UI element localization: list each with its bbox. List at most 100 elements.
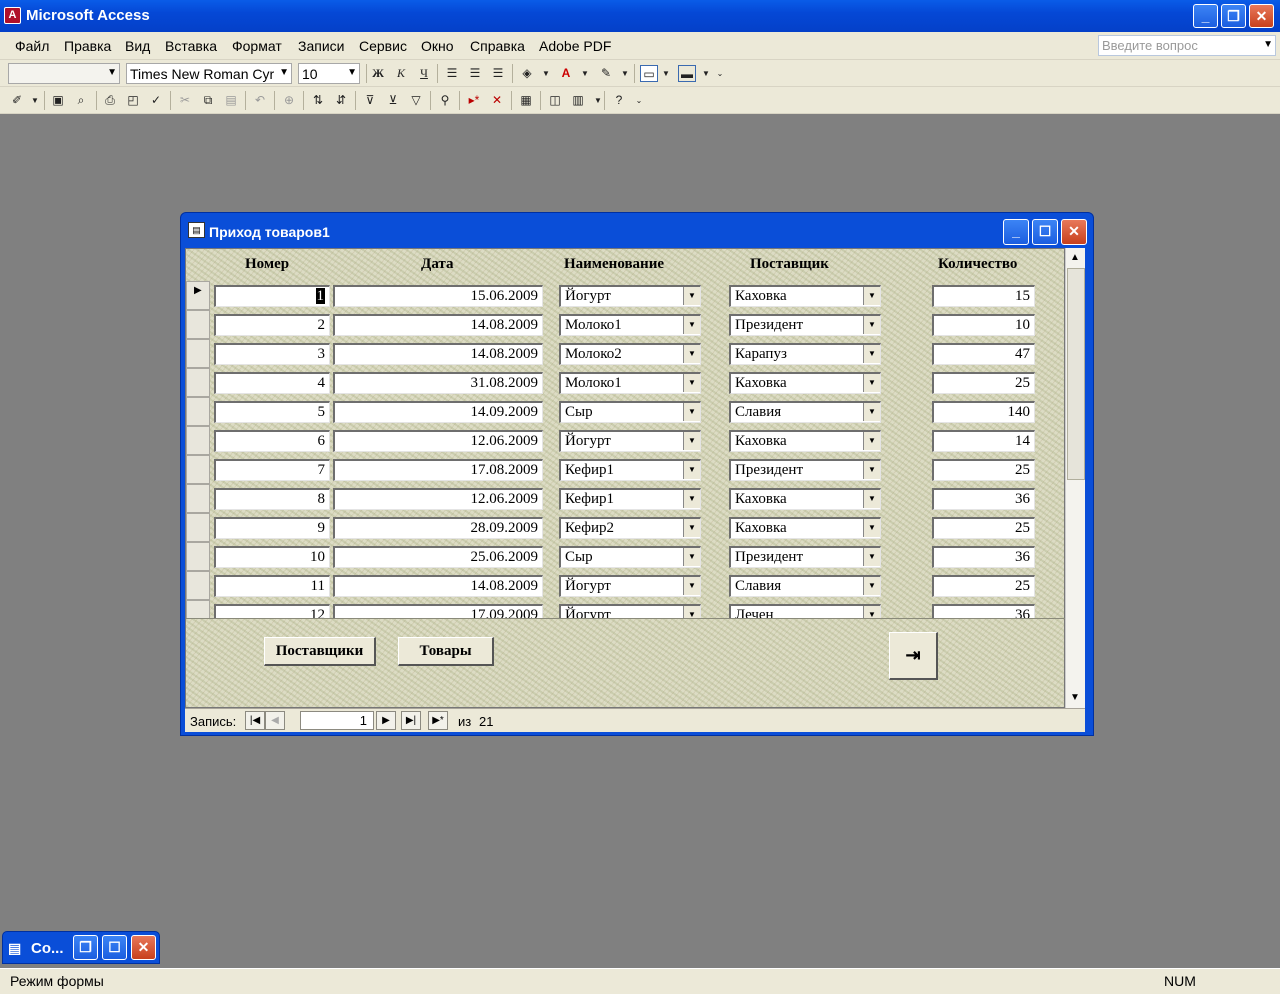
number-field[interactable]: 11 <box>214 575 330 597</box>
number-field[interactable]: 6 <box>214 430 330 452</box>
quantity-field[interactable]: 47 <box>932 343 1035 365</box>
new-object-icon[interactable]: ▥ <box>569 92 587 109</box>
new-record-icon[interactable]: ▸* <box>465 92 483 109</box>
quantity-field[interactable]: 25 <box>932 517 1035 539</box>
menu-help[interactable]: Справка <box>470 38 525 54</box>
filter-by-form-icon[interactable]: ⊻ <box>384 92 402 109</box>
scroll-thumb[interactable] <box>1067 268 1085 480</box>
chevron-down-icon[interactable]: ▼ <box>863 345 880 363</box>
number-field[interactable]: 8 <box>214 488 330 510</box>
view-icon[interactable]: ✐ <box>8 92 26 109</box>
border-width-icon[interactable]: ▭ <box>640 65 658 82</box>
delete-record-icon[interactable]: ✕ <box>488 92 506 109</box>
table-row[interactable]: 11 14.08.2009 Йогурт ▼ Славия ▼ 25 <box>186 571 1066 600</box>
undo-icon[interactable]: ↶ <box>251 92 269 109</box>
date-field[interactable]: 25.06.2009 <box>333 546 543 568</box>
chevron-down-icon[interactable]: ▼ <box>863 606 880 618</box>
font-size-combo[interactable]: 10 ▼ <box>298 63 360 84</box>
suppliers-button[interactable]: Поставщики <box>264 637 376 666</box>
name-combo[interactable]: Молоко1 ▼ <box>559 372 701 394</box>
chevron-down-icon[interactable]: ▼ <box>683 519 700 537</box>
chevron-down-icon[interactable]: ▼ <box>863 403 880 421</box>
cut-icon[interactable]: ✂ <box>176 92 194 109</box>
current-record-input[interactable]: 1 <box>300 711 374 730</box>
record-selector[interactable] <box>186 542 210 571</box>
chevron-down-icon[interactable]: ▼ <box>683 606 700 618</box>
table-row[interactable]: 8 12.06.2009 Кефир1 ▼ Каховка ▼ 36 <box>186 484 1066 513</box>
chevron-down-icon[interactable]: ▼ <box>683 287 700 305</box>
chevron-down-icon[interactable]: ▼ <box>863 374 880 392</box>
minimize-icon[interactable]: _ <box>1003 219 1029 245</box>
date-field[interactable]: 31.08.2009 <box>333 372 543 394</box>
copy-icon[interactable]: ⧉ <box>199 92 217 109</box>
table-row[interactable]: ▶ 1 15.06.2009 Йогурт ▼ Каховка ▼ 15 <box>186 281 1066 310</box>
supplier-combo[interactable]: Славия ▼ <box>729 575 881 597</box>
supplier-combo[interactable]: Каховка ▼ <box>729 372 881 394</box>
record-selector[interactable] <box>186 571 210 600</box>
number-field[interactable]: 9 <box>214 517 330 539</box>
quantity-field[interactable]: 14 <box>932 430 1035 452</box>
menu-insert[interactable]: Вставка <box>165 38 217 54</box>
supplier-combo[interactable]: Карапуз ▼ <box>729 343 881 365</box>
next-record-icon[interactable]: ▶ <box>376 711 396 730</box>
quantity-field[interactable]: 36 <box>932 604 1035 618</box>
date-field[interactable]: 14.09.2009 <box>333 401 543 423</box>
paste-icon[interactable]: ▤ <box>222 92 240 109</box>
chevron-down-icon[interactable]: ▼ <box>1263 39 1273 50</box>
name-combo[interactable]: Молоко1 ▼ <box>559 314 701 336</box>
chevron-down-icon[interactable]: ▼ <box>863 490 880 508</box>
chevron-down-icon[interactable]: ▼ <box>279 67 289 78</box>
record-selector[interactable] <box>186 397 210 426</box>
maximize-icon[interactable]: ☐ <box>1032 219 1058 245</box>
record-selector[interactable] <box>186 600 210 618</box>
date-field[interactable]: 15.06.2009 <box>333 285 543 307</box>
name-combo[interactable]: Сыр ▼ <box>559 546 701 568</box>
supplier-combo[interactable]: Каховка ▼ <box>729 430 881 452</box>
quantity-field[interactable]: 36 <box>932 546 1035 568</box>
chevron-down-icon[interactable]: ▼ <box>683 577 700 595</box>
date-field[interactable]: 12.06.2009 <box>333 488 543 510</box>
name-combo[interactable]: Йогурт ▼ <box>559 575 701 597</box>
print-icon[interactable]: ⎙ <box>101 92 119 109</box>
chevron-down-icon[interactable]: ▼ <box>657 65 675 82</box>
toolbar-options-icon[interactable]: ⌄ <box>630 92 648 109</box>
record-selector[interactable] <box>186 513 210 542</box>
chevron-down-icon[interactable]: ▼ <box>863 519 880 537</box>
minimize-icon[interactable]: _ <box>1193 4 1218 28</box>
quantity-field[interactable]: 25 <box>932 575 1035 597</box>
supplier-combo[interactable]: Президент ▼ <box>729 314 881 336</box>
restore-icon[interactable]: ❐ <box>1221 4 1246 28</box>
chevron-down-icon[interactable]: ▼ <box>576 65 594 82</box>
quantity-field[interactable]: 36 <box>932 488 1035 510</box>
menu-file[interactable]: Файл <box>15 38 49 54</box>
date-field[interactable]: 17.08.2009 <box>333 459 543 481</box>
align-left-icon[interactable]: ☰ <box>443 65 461 82</box>
supplier-combo[interactable]: Славия ▼ <box>729 401 881 423</box>
menu-adobe-pdf[interactable]: Adobe PDF <box>539 38 611 54</box>
save-icon[interactable]: ▣ <box>49 92 67 109</box>
date-field[interactable]: 14.08.2009 <box>333 314 543 336</box>
properties-icon[interactable]: ▦ <box>517 92 535 109</box>
form-vertical-scrollbar[interactable]: ▲ ▼ <box>1065 248 1085 708</box>
form-icon[interactable]: ▤ <box>188 222 205 238</box>
print-preview-icon[interactable]: ◰ <box>124 92 142 109</box>
table-row[interactable]: 10 25.06.2009 Сыр ▼ Президент ▼ 36 <box>186 542 1066 571</box>
quantity-field[interactable]: 15 <box>932 285 1035 307</box>
new-record-nav-icon[interactable]: ▶* <box>428 711 448 730</box>
chevron-down-icon[interactable]: ▼ <box>863 461 880 479</box>
scroll-up-icon[interactable]: ▲ <box>1070 252 1080 263</box>
fill-color-icon[interactable]: ◈ <box>518 65 536 82</box>
close-icon[interactable]: ✕ <box>1061 219 1087 245</box>
last-record-icon[interactable]: ▶| <box>401 711 421 730</box>
name-combo[interactable]: Йогурт ▼ <box>559 285 701 307</box>
supplier-combo[interactable]: Лечен ▼ <box>729 604 881 618</box>
chevron-down-icon[interactable]: ▼ <box>863 577 880 595</box>
spelling-icon[interactable]: ✓ <box>147 92 165 109</box>
bold-button[interactable]: Ж <box>369 65 387 82</box>
supplier-combo[interactable]: Каховка ▼ <box>729 517 881 539</box>
table-row[interactable]: 3 14.08.2009 Молоко2 ▼ Карапуз ▼ 47 <box>186 339 1066 368</box>
chevron-down-icon[interactable]: ▼ <box>683 316 700 334</box>
font-color-icon[interactable]: A <box>557 65 575 82</box>
find-icon[interactable]: ⚲ <box>436 92 454 109</box>
chevron-down-icon[interactable]: ▼ <box>863 548 880 566</box>
